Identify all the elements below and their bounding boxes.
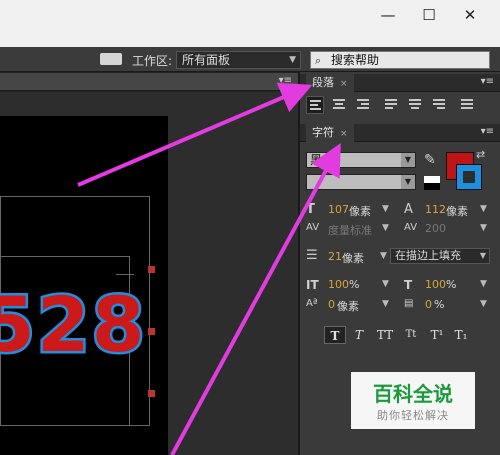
- workspace-dropdown[interactable]: 所有面板 ▼: [176, 51, 301, 69]
- transform-handle[interactable]: [148, 266, 155, 273]
- font-family-select[interactable]: 黑体 ▼: [306, 152, 416, 168]
- maximize-button[interactable]: ☐: [414, 4, 444, 26]
- chevron-down-icon[interactable]: ▼: [382, 299, 389, 309]
- justify-right-icon[interactable]: [430, 96, 448, 114]
- app-window: — ☐ ✕ 工作区: 所有面板 ▼ ⌕ 搜索帮助 ▾≡ 528 段落 × ▾≡ …: [0, 0, 500, 455]
- horizontal-scale-value[interactable]: 100: [425, 278, 446, 291]
- vertical-scale-unit: %: [349, 278, 360, 291]
- tab-paragraph[interactable]: 段落 ×: [306, 74, 354, 92]
- paragraph-tabbar: 段落 × ▾≡: [300, 74, 500, 92]
- stroke-color-swatch[interactable]: [456, 164, 482, 190]
- guide-tick: [116, 274, 134, 275]
- transform-handle[interactable]: [148, 390, 155, 397]
- tsume-unit: %: [434, 298, 445, 311]
- tab-character[interactable]: 字符 ×: [306, 124, 354, 142]
- faux-italic-button[interactable]: T: [348, 326, 370, 344]
- watermark-subtitle: 助你轻松解决: [377, 409, 449, 422]
- close-icon[interactable]: ×: [340, 79, 348, 89]
- align-right-icon[interactable]: [354, 96, 372, 114]
- horizontal-scale-unit: %: [446, 278, 457, 291]
- horizontal-scale-icon: T: [404, 278, 413, 292]
- baseline-shift-value[interactable]: 0: [328, 298, 335, 311]
- font-size-value[interactable]: 107: [328, 203, 349, 216]
- magnifier-icon: ⌕: [315, 54, 322, 67]
- kerning-icon: AV: [306, 222, 320, 233]
- chevron-down-icon[interactable]: ▼: [382, 223, 389, 233]
- leading-value[interactable]: 112: [425, 203, 446, 216]
- minimize-button[interactable]: —: [373, 4, 403, 26]
- help-search-input[interactable]: ⌕ 搜索帮助: [310, 51, 490, 69]
- white-swatch[interactable]: [424, 176, 440, 183]
- justify-center-icon[interactable]: [406, 96, 424, 114]
- close-icon[interactable]: ×: [340, 129, 348, 139]
- chevron-down-icon: ▼: [289, 55, 296, 65]
- font-size-icon: T: [306, 202, 315, 217]
- font-family-value: 黑体: [310, 153, 335, 167]
- tracking-icon: AV: [404, 222, 418, 233]
- paragraph-align-row: [306, 96, 496, 114]
- panel-menu-icon[interactable]: ▾≡: [279, 75, 292, 86]
- transform-handle[interactable]: [148, 328, 155, 335]
- stroke-mode-value: 在描边上填充: [395, 249, 461, 262]
- kerning-value[interactable]: 度量标准: [328, 222, 372, 238]
- chevron-down-icon[interactable]: ▼: [480, 299, 487, 309]
- chevron-down-icon[interactable]: ▼: [380, 251, 387, 261]
- document-area: 528: [0, 92, 298, 455]
- top-toolbar: 工作区: 所有面板 ▼ ⌕ 搜索帮助: [0, 47, 500, 72]
- window-titlebar: — ☐ ✕: [0, 0, 500, 47]
- leading-unit: 像素: [446, 205, 468, 218]
- vertical-scale-value[interactable]: 100: [328, 278, 349, 291]
- font-style-select[interactable]: ▼: [306, 174, 416, 190]
- justify-all-icon[interactable]: [458, 96, 476, 114]
- stroke-width-value[interactable]: 21: [328, 250, 342, 263]
- small-caps-button[interactable]: Tt: [400, 326, 422, 344]
- chevron-down-icon[interactable]: ▼: [480, 204, 487, 214]
- tsume-icon: ▤: [404, 298, 414, 309]
- eyedropper-icon[interactable]: ✎: [424, 152, 436, 168]
- stroke-width-icon: ☰: [306, 248, 318, 263]
- watermark-logo: 百科全说 助你轻松解决: [351, 372, 475, 429]
- chevron-down-icon[interactable]: ▼: [480, 279, 487, 289]
- justify-left-icon[interactable]: [382, 96, 400, 114]
- tracking-value[interactable]: 200: [425, 222, 446, 235]
- chevron-down-icon[interactable]: ▼: [480, 223, 487, 233]
- workspace-value: 所有面板: [182, 53, 231, 67]
- chevron-down-icon[interactable]: ▼: [382, 204, 389, 214]
- tab-paragraph-label: 段落: [312, 76, 334, 89]
- align-center-icon[interactable]: [330, 96, 348, 114]
- chevron-down-icon: ▼: [401, 175, 415, 189]
- baseline-shift-unit: 像素: [337, 300, 359, 313]
- align-left-icon[interactable]: [306, 96, 324, 114]
- panel-menu-icon[interactable]: ▾≡: [481, 126, 494, 137]
- stroke-mode-select[interactable]: 在描边上填充 ▼: [390, 248, 490, 264]
- tab-character-label: 字符: [312, 126, 334, 139]
- tsume-value[interactable]: 0: [425, 298, 432, 311]
- vertical-scale-icon: IT: [306, 278, 319, 292]
- chevron-down-icon[interactable]: ▼: [382, 279, 389, 289]
- close-window-button[interactable]: ✕: [455, 4, 485, 26]
- canvas-text-layer[interactable]: 528: [0, 278, 147, 372]
- leading-icon: A: [404, 202, 413, 217]
- help-search-placeholder: 搜索帮助: [331, 53, 380, 67]
- baseline-shift-icon: Aª: [306, 298, 318, 309]
- subscript-button[interactable]: T₁: [450, 326, 472, 344]
- watermark-title: 百科全说: [373, 382, 453, 406]
- chevron-down-icon: ▼: [479, 251, 486, 260]
- black-swatch[interactable]: [424, 183, 440, 190]
- workspace-icon[interactable]: [100, 53, 122, 65]
- workspace-label: 工作区:: [132, 54, 173, 68]
- superscript-button[interactable]: T¹: [426, 326, 448, 344]
- document-tabbar: ▾≡: [0, 73, 298, 91]
- stroke-width-unit: 像素: [342, 252, 364, 265]
- faux-bold-button[interactable]: T: [324, 326, 346, 344]
- all-caps-button[interactable]: TT: [374, 326, 396, 344]
- character-tabbar: 字符 × ▾≡: [300, 124, 500, 142]
- swap-colors-icon[interactable]: ⇄: [476, 148, 485, 161]
- font-size-unit: 像素: [349, 205, 371, 218]
- panel-menu-icon[interactable]: ▾≡: [481, 76, 494, 87]
- chevron-down-icon: ▼: [401, 153, 415, 167]
